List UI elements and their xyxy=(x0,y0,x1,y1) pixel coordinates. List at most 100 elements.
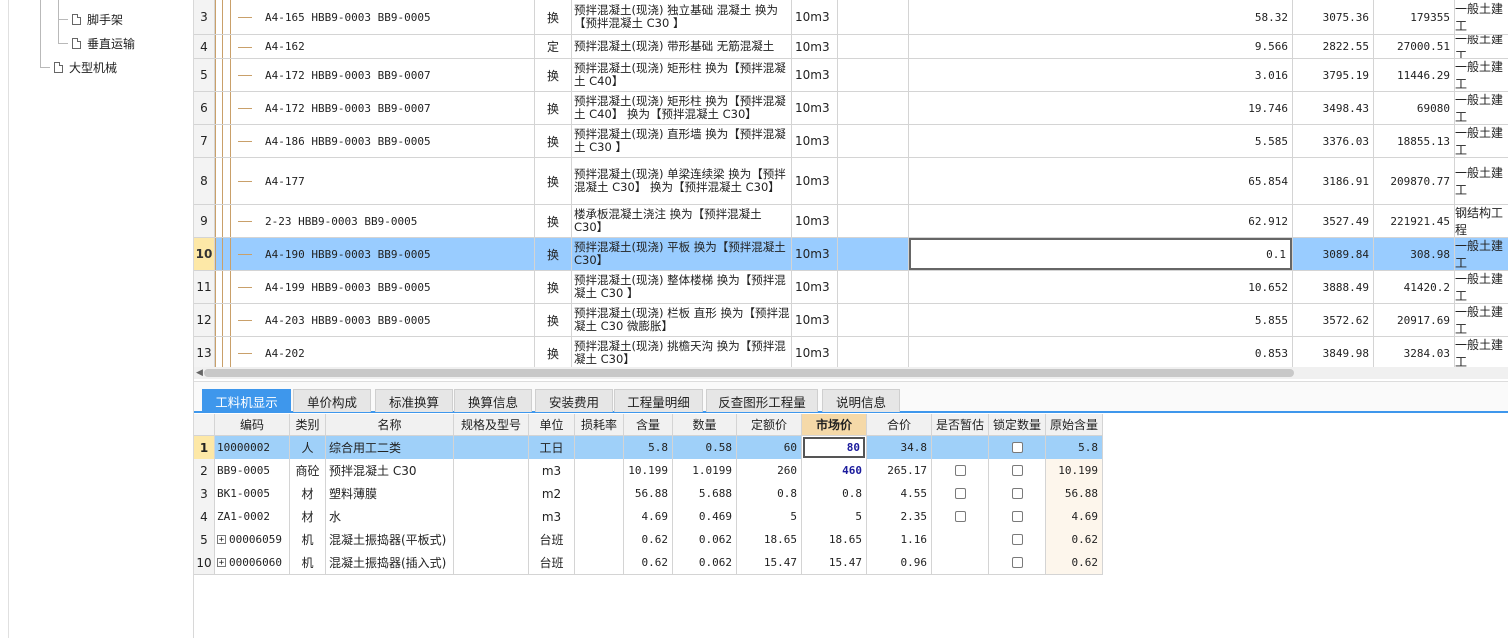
quota-cell-total[interactable]: 3284.03 xyxy=(1374,337,1455,367)
quota-cell-code[interactable]: A4-199 HBB9-0003 BB9-0005 xyxy=(215,271,535,303)
resource-row[interactable]: 10 +00006060 机混凝土振捣器(插入式) 台班 0.62 0.062 15.47 1… xyxy=(194,551,1103,575)
resource-cell-lock[interactable] xyxy=(989,551,1046,574)
quota-cell-spec[interactable]: 一般土建工 xyxy=(1455,35,1508,58)
quota-cell-code[interactable]: A4-172 HBB9-0003 BB9-0007 xyxy=(215,59,535,91)
tab-5[interactable]: 工程量明细 xyxy=(614,389,703,412)
tab-6[interactable]: 反查图形工程量 xyxy=(706,389,818,412)
checkbox-icon[interactable] xyxy=(954,488,966,499)
tab-4[interactable]: 安装费用 xyxy=(535,389,613,412)
quota-cell-name[interactable]: 预拌混凝土(现浇) 带形基础 无筋混凝土 xyxy=(572,35,792,58)
resource-row[interactable]: 2 BB9-0005 商砼 预拌混凝土 C30 m3 10.199 1.0199 260 460… xyxy=(194,459,1103,483)
resource-cell-name[interactable]: 水 xyxy=(326,505,454,528)
quota-cell-total[interactable]: 41420.2 xyxy=(1374,271,1455,303)
quota-cell-spec[interactable]: 一般土建工 xyxy=(1455,271,1508,303)
quota-cell-type[interactable]: 换 xyxy=(535,271,572,303)
quota-cell-code[interactable]: A4-165 HBB9-0003 BB9-0005 xyxy=(215,0,535,34)
quota-cell-unit[interactable]: 10m3 xyxy=(792,337,838,367)
resource-cell-unit[interactable]: m3 xyxy=(529,505,575,528)
quota-cell-total[interactable]: 11446.29 xyxy=(1374,59,1455,91)
tree-item-large-machinery[interactable]: 大型机械 xyxy=(54,57,117,77)
tree-item-vertical-transport[interactable]: 垂直运输 xyxy=(72,33,135,53)
resource-cell-est[interactable] xyxy=(932,436,989,459)
resource-cell-orig[interactable]: 0.62 xyxy=(1046,528,1103,551)
resource-cell-est[interactable] xyxy=(932,528,989,551)
column-header-est[interactable]: 是否暂估 xyxy=(932,414,989,435)
quota-row[interactable]: 11 A4-199 HBB9-0003 BB9-0005 换预拌混凝土(现浇) 整体… xyxy=(194,271,1508,304)
resource-cell-orig[interactable]: 5.8 xyxy=(1046,436,1103,459)
quota-cell-code[interactable]: 2-23 HBB9-0003 BB9-0005 xyxy=(215,205,535,237)
resource-cell-content[interactable]: 5.8 xyxy=(624,436,673,459)
quota-cell-qty[interactable]: 58.32 xyxy=(909,0,1293,34)
resource-cell-total[interactable]: 4.55 xyxy=(867,482,932,505)
quota-cell-spec[interactable]: 钢结构工程 xyxy=(1455,205,1508,237)
quota-cell-name[interactable]: 预拌混凝土(现浇) 矩形柱 换为【预拌混凝土 C40】 换为【预拌混凝土 C30… xyxy=(572,92,792,124)
checkbox-icon[interactable] xyxy=(1011,557,1023,568)
resource-cell-lock[interactable] xyxy=(989,459,1046,482)
resource-cell-spec[interactable] xyxy=(454,436,529,459)
horizontal-scrollbar[interactable]: ◀ xyxy=(194,367,1508,379)
resource-cell-total[interactable]: 1.16 xyxy=(867,528,932,551)
resource-cell-qty[interactable]: 0.062 xyxy=(673,528,737,551)
column-header-name[interactable]: 名称 xyxy=(326,414,454,435)
quota-cell-type[interactable]: 换 xyxy=(535,92,572,124)
quota-cell-price[interactable]: 3888.49 xyxy=(1293,271,1374,303)
resource-cell-market[interactable]: 0.8 xyxy=(802,482,867,505)
quota-cell-price[interactable]: 2822.55 xyxy=(1293,35,1374,58)
tab-2[interactable]: 标准换算 xyxy=(375,389,453,412)
quota-cell-code[interactable]: A4-186 HBB9-0003 BB9-0005 xyxy=(215,125,535,157)
column-header-loss[interactable]: 损耗率 xyxy=(575,414,624,435)
quota-cell-name[interactable]: 预拌混凝土(现浇) 直形墙 换为【预拌混凝土 C30 】 xyxy=(572,125,792,157)
resource-cell-unit[interactable]: 台班 xyxy=(529,528,575,551)
resource-cell-qty[interactable]: 5.688 xyxy=(673,482,737,505)
scroll-left-arrow-icon[interactable]: ◀ xyxy=(196,368,203,378)
quota-cell-unit[interactable]: 10m3 xyxy=(792,125,838,157)
resource-cell-base[interactable]: 15.47 xyxy=(737,551,802,574)
resource-cell-code[interactable]: 10000002 xyxy=(215,436,290,459)
quota-row[interactable]: 4 A4-162 定 预拌混凝土(现浇) 带形基础 无筋混凝土 10m3 9.566 282… xyxy=(194,35,1508,59)
quota-cell-blank[interactable] xyxy=(838,35,909,58)
tab-1[interactable]: 单价构成 xyxy=(293,389,371,412)
quota-cell-total[interactable]: 27000.51 xyxy=(1374,35,1455,58)
resource-cell-name[interactable]: 预拌混凝土 C30 xyxy=(326,459,454,482)
checkbox-icon[interactable] xyxy=(1011,442,1023,453)
quota-cell-unit[interactable]: 10m3 xyxy=(792,158,838,204)
tab-7[interactable]: 说明信息 xyxy=(822,389,900,412)
quota-cell-unit[interactable]: 10m3 xyxy=(792,59,838,91)
resource-cell-spec[interactable] xyxy=(454,551,529,574)
quota-cell-type[interactable]: 定 xyxy=(535,35,572,58)
scrollbar-thumb[interactable] xyxy=(204,369,1294,377)
resource-cell-total[interactable]: 2.35 xyxy=(867,505,932,528)
resource-cell-code[interactable]: +00006059 xyxy=(215,528,290,551)
quota-cell-code[interactable]: A4-177 xyxy=(215,158,535,204)
quota-cell-spec[interactable]: 一般土建工 xyxy=(1455,238,1508,270)
quota-cell-unit[interactable]: 10m3 xyxy=(792,0,838,34)
column-header-content[interactable]: 含量 xyxy=(624,414,673,435)
quota-cell-blank[interactable] xyxy=(838,205,909,237)
resource-cell-est[interactable] xyxy=(932,459,989,482)
resource-cell-est[interactable] xyxy=(932,551,989,574)
quota-cell-total[interactable]: 209870.77 xyxy=(1374,158,1455,204)
quota-cell-name[interactable]: 预拌混凝土(现浇) 挑檐天沟 换为【预拌混凝土 C30】 xyxy=(572,337,792,367)
checkbox-icon[interactable] xyxy=(1011,534,1023,545)
quota-row[interactable]: 3 A4-165 HBB9-0003 BB9-0005 换预拌混凝土(现浇) 独立基… xyxy=(194,0,1508,35)
quota-cell-type[interactable]: 换 xyxy=(535,304,572,336)
resource-cell-market[interactable]: 5 xyxy=(802,505,867,528)
resource-cell-code[interactable]: +00006060 xyxy=(215,551,290,574)
quota-cell-unit[interactable]: 10m3 xyxy=(792,304,838,336)
resource-cell-base[interactable]: 0.8 xyxy=(737,482,802,505)
quota-cell-type[interactable]: 换 xyxy=(535,59,572,91)
resource-row[interactable]: 3 BK1-0005 材 塑料薄膜 m2 56.88 5.688 0.8 0.8 4.55 56.8… xyxy=(194,482,1103,506)
quota-cell-code[interactable]: A4-190 HBB9-0003 BB9-0005 xyxy=(215,238,535,270)
resource-cell-loss[interactable] xyxy=(575,505,624,528)
resource-cell-lock[interactable] xyxy=(989,482,1046,505)
quota-cell-price[interactable]: 3849.98 xyxy=(1293,337,1374,367)
resource-cell-total[interactable]: 0.96 xyxy=(867,551,932,574)
quota-cell-qty[interactable]: 5.855 xyxy=(909,304,1293,336)
quota-cell-qty[interactable]: 0.853 xyxy=(909,337,1293,367)
resource-cell-content[interactable]: 0.62 xyxy=(624,528,673,551)
column-header-spec[interactable]: 规格及型号 xyxy=(454,414,529,435)
quota-cell-spec[interactable]: 一般土建工 xyxy=(1455,0,1508,34)
column-header-code[interactable]: 编码 xyxy=(215,414,290,435)
resource-cell-est[interactable] xyxy=(932,505,989,528)
resource-cell-orig[interactable]: 56.88 xyxy=(1046,482,1103,505)
